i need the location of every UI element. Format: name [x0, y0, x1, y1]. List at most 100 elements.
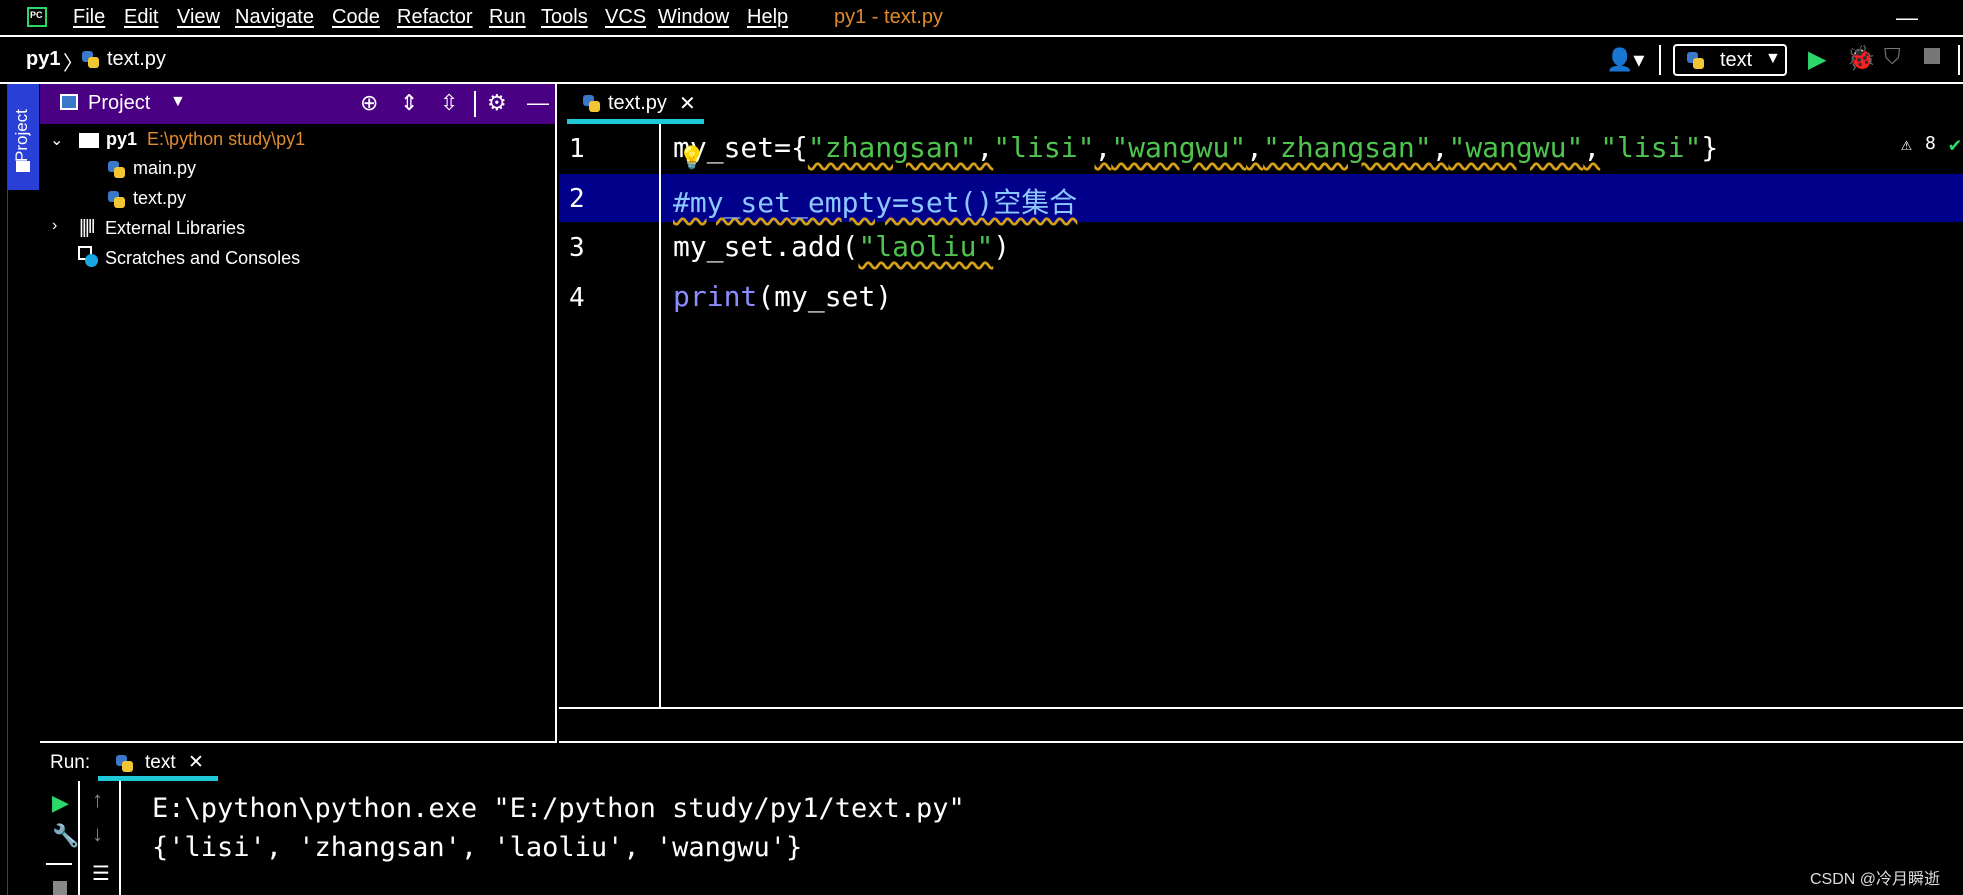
project-panel: Project ▼ ⊕ ⇕ ⇳ ⚙ — ⌄ py1 E:\python stud… [40, 84, 557, 743]
code-token: ) [993, 230, 1011, 263]
collapse-all-icon[interactable]: ⇳ [440, 90, 458, 116]
menu-help[interactable]: Help [747, 6, 788, 29]
project-view-icon [60, 94, 78, 110]
toolbar-divider [46, 863, 72, 865]
chevron-down-icon[interactable]: ⌄ [50, 130, 63, 150]
project-panel-title[interactable]: Project [88, 92, 150, 115]
code-token: my_set.add( [673, 230, 859, 263]
tree-root-name: py1 [106, 129, 138, 149]
run-toolbar: ▶ 🔧 [40, 781, 80, 895]
project-stripe-label: Project [12, 109, 31, 162]
run-tab[interactable]: text ✕ [98, 743, 218, 781]
soft-wrap-icon[interactable]: ☰ [92, 861, 110, 886]
code-token: "lisi" [993, 131, 1095, 164]
code-token: "lisi" [1600, 131, 1702, 164]
arrow-up-icon[interactable]: ↑ [92, 787, 103, 813]
code-token: } [1701, 131, 1719, 164]
editor-tab[interactable]: text.py ✕ [567, 84, 704, 124]
python-file-icon [108, 161, 126, 179]
left-tool-stripe [0, 84, 8, 895]
code-editor[interactable]: 1 2 3 4 my_set={"zhangsan","lisi","wangw… [559, 124, 1963, 709]
tree-external-libraries[interactable]: External Libraries [105, 218, 245, 239]
code-token: , [1246, 131, 1264, 164]
project-panel-header: Project ▼ ⊕ ⇕ ⇳ ⚙ — [40, 84, 555, 124]
python-icon [116, 755, 134, 773]
menu-tools[interactable]: Tools [541, 6, 588, 29]
menu-refactor[interactable]: Refactor [397, 6, 473, 29]
run-panel-header: Run: text ✕ [40, 743, 1963, 781]
locate-file-icon[interactable]: ⊕ [360, 90, 378, 116]
menu-window[interactable]: Window [658, 6, 729, 29]
code-line-4[interactable]: print(my_set) [673, 280, 892, 313]
gear-icon[interactable]: ⚙ [487, 90, 507, 116]
logo-text: PC [29, 9, 45, 25]
tree-file-text[interactable]: text.py [133, 188, 186, 209]
console-output-line: {'lisi', 'zhangsan', 'laoliu', 'wangwu'} [152, 832, 803, 863]
menu-edit[interactable]: Edit [124, 6, 158, 29]
toolbar-divider [1958, 45, 1960, 75]
breadcrumb-project[interactable]: py1 [26, 48, 60, 71]
code-token: "zhangsan" [1263, 131, 1432, 164]
chevron-right-icon[interactable]: › [52, 217, 57, 235]
python-file-icon [583, 95, 601, 113]
wrench-icon[interactable]: 🔧 [52, 823, 79, 849]
code-token: "wangwu" [1111, 131, 1247, 164]
editor-tab-label: text.py [608, 92, 667, 114]
navigation-bar: py1 〉 text.py 👤▾ text ▼ ▶ 🐞 ⛉ [0, 37, 1963, 84]
run-panel-label: Run: [50, 752, 91, 773]
library-icon: |||‖ [79, 217, 96, 238]
stop-icon[interactable] [1924, 48, 1940, 64]
stop-icon[interactable] [53, 881, 67, 895]
close-icon[interactable]: ✕ [679, 91, 696, 116]
close-icon[interactable]: ✕ [188, 751, 204, 774]
code-token: , [1583, 131, 1601, 164]
chevron-down-icon[interactable]: ▼ [170, 93, 186, 111]
toolbar-divider [1659, 45, 1661, 75]
code-token: "wangwu" [1448, 131, 1584, 164]
lightbulb-icon[interactable]: 💡 [678, 146, 705, 171]
watermark: CSDN @冷月瞬逝 [1810, 871, 1941, 888]
folder-icon [16, 161, 30, 172]
code-token: "laoliu" [858, 230, 994, 263]
menu-navigate[interactable]: Navigate [235, 6, 314, 29]
tree-file-main[interactable]: main.py [133, 158, 196, 179]
arrow-down-icon[interactable]: ↓ [92, 821, 103, 847]
warning-count[interactable]: 8 [1925, 133, 1936, 154]
user-dropdown-icon[interactable]: 👤▾ [1606, 47, 1644, 73]
breadcrumb-file[interactable]: text.py [107, 48, 166, 71]
scratches-icon [78, 246, 98, 267]
expand-all-icon[interactable]: ⇕ [400, 90, 418, 116]
minimize-icon[interactable]: — [1896, 5, 1918, 31]
console-output-line: E:\python\python.exe "E:/python study/py… [152, 793, 965, 824]
tree-scratches[interactable]: Scratches and Consoles [105, 248, 300, 269]
code-line-3[interactable]: my_set.add("laoliu") [673, 230, 1010, 263]
run-configuration-selector[interactable]: text ▼ [1673, 44, 1787, 76]
folder-icon [79, 133, 99, 148]
line-number: 3 [569, 233, 585, 263]
warning-icon[interactable]: ⚠ [1901, 134, 1912, 155]
hide-panel-icon[interactable]: — [527, 90, 549, 116]
pycharm-logo-icon: PC [26, 6, 48, 28]
code-line-1[interactable]: my_set={"zhangsan","lisi","wangwu","zhan… [673, 131, 1718, 164]
line-number: 2 [569, 184, 585, 214]
editor-horizontal-scroll-area[interactable] [559, 709, 1963, 743]
line-number: 1 [569, 134, 585, 164]
rerun-icon[interactable]: ▶ [52, 790, 69, 816]
run-configuration-label: text [1720, 49, 1753, 71]
code-line-2[interactable]: #my_set_empty=set()空集合 [673, 181, 1077, 221]
code-token: , [976, 131, 994, 164]
debug-icon[interactable]: 🐞 [1846, 44, 1876, 73]
menu-vcs[interactable]: VCS [605, 6, 646, 29]
menu-file[interactable]: File [73, 6, 105, 29]
header-divider [474, 91, 476, 117]
coverage-icon[interactable]: ⛉ [1884, 44, 1901, 70]
tree-root[interactable]: py1 E:\python study\py1 [106, 129, 305, 150]
code-token: , [1094, 131, 1112, 164]
run-icon[interactable]: ▶ [1808, 45, 1826, 74]
project-tool-window-button[interactable]: Project [8, 84, 39, 190]
menu-code[interactable]: Code [332, 6, 380, 29]
run-tab-label: text [145, 752, 176, 773]
menu-view[interactable]: View [177, 6, 220, 29]
menu-run[interactable]: Run [489, 6, 526, 29]
menu-bar: PC File Edit View Navigate Code Refactor… [0, 0, 1963, 37]
